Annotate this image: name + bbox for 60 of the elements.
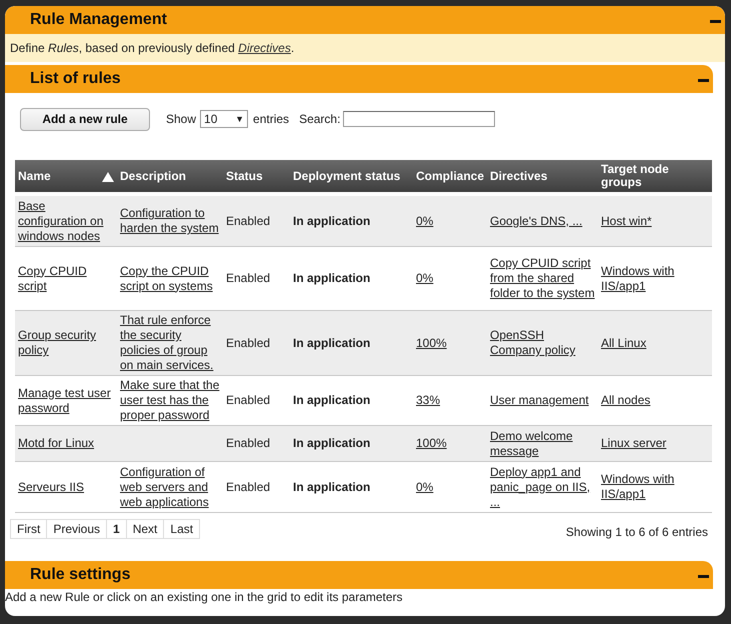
entries-label: entries: [253, 112, 290, 126]
search-field[interactable]: [343, 111, 496, 127]
target-group-link[interactable]: Windows with IIS/app1: [601, 472, 709, 502]
column-header[interactable]: Compliance: [413, 160, 487, 194]
rule-name-link[interactable]: Manage test user password: [18, 386, 114, 416]
panel-title: List of rules: [30, 70, 121, 88]
deployment-status-text: In application: [293, 480, 370, 494]
target-group-link[interactable]: All nodes: [601, 393, 650, 408]
deployment-status-text: In application: [293, 393, 370, 407]
minus-icon[interactable]: [710, 20, 721, 22]
directives-link[interactable]: Directives: [238, 41, 291, 55]
deployment-status-text: In application: [293, 271, 370, 285]
pagination-button[interactable]: 1: [106, 519, 127, 539]
pagination-button[interactable]: Previous: [46, 519, 108, 539]
column-header[interactable]: Description: [117, 160, 223, 194]
description-link[interactable]: Copy the CPUID script on systems: [120, 264, 220, 294]
intro-text: Define Rules, based on previously defined Directives.: [10, 41, 294, 55]
entries-info: Showing 1 to 6 of 6 entries: [566, 525, 708, 539]
deployment-status-text: In application: [293, 336, 370, 350]
target-group-link[interactable]: All Linux: [601, 336, 646, 350]
compliance-link[interactable]: 100%: [416, 336, 447, 350]
compliance-link[interactable]: 100%: [416, 436, 447, 451]
description-link[interactable]: Configuration of web servers and web applications: [120, 464, 220, 510]
minus-icon[interactable]: [698, 574, 709, 578]
pagination-button[interactable]: First: [10, 519, 48, 539]
compliance-link[interactable]: 0%: [416, 480, 434, 494]
show-label: Show: [166, 112, 196, 126]
compliance-link[interactable]: 33%: [416, 393, 440, 408]
directive-link[interactable]: User management: [490, 393, 589, 408]
column-header[interactable]: Name: [15, 160, 117, 194]
column-header[interactable]: Directives: [487, 160, 598, 194]
compliance-link[interactable]: 0%: [416, 271, 434, 286]
status-text: Enabled: [226, 271, 270, 285]
deployment-status-text: In application: [293, 436, 370, 450]
rule-name-link[interactable]: Serveurs IIS: [18, 480, 84, 494]
status-text: Enabled: [226, 393, 270, 407]
column-header[interactable]: Status: [223, 160, 290, 194]
panel-title: Rule settings: [30, 566, 130, 584]
description-link[interactable]: Make sure that the user test has the proper password: [120, 378, 220, 423]
pagination-button[interactable]: Last: [163, 519, 200, 539]
status-text: Enabled: [226, 436, 270, 450]
deployment-status-text: In application: [293, 214, 370, 228]
status-text: Enabled: [226, 480, 270, 494]
target-group-link[interactable]: Host win*: [601, 214, 652, 228]
panel-title: Rule Management: [30, 11, 167, 29]
add-rule-button[interactable]: Add a new rule: [20, 108, 150, 130]
status-text: Enabled: [226, 336, 270, 350]
column-header[interactable]: Deployment status: [290, 160, 413, 194]
compliance-link[interactable]: 0%: [416, 214, 434, 228]
directive-link[interactable]: Deploy app1 and panic_page on IIS, ...: [490, 464, 595, 510]
page-size-dropdown[interactable]: 10 ▼: [200, 110, 248, 128]
rule-name-link[interactable]: Copy CPUID script: [18, 264, 114, 294]
status-text: Enabled: [226, 214, 270, 228]
column-header[interactable]: Target node groups: [598, 160, 712, 194]
settings-hint: Add a new Rule or click on an existing one in the grid to edit its parameters: [5, 589, 404, 605]
search-label: Search:: [299, 112, 340, 126]
minus-icon[interactable]: [698, 78, 709, 82]
target-group-link[interactable]: Windows with IIS/app1: [601, 264, 709, 294]
directive-link[interactable]: Copy CPUID script from the shared folder to the system: [490, 256, 595, 301]
pagination-button[interactable]: Next: [126, 519, 164, 539]
